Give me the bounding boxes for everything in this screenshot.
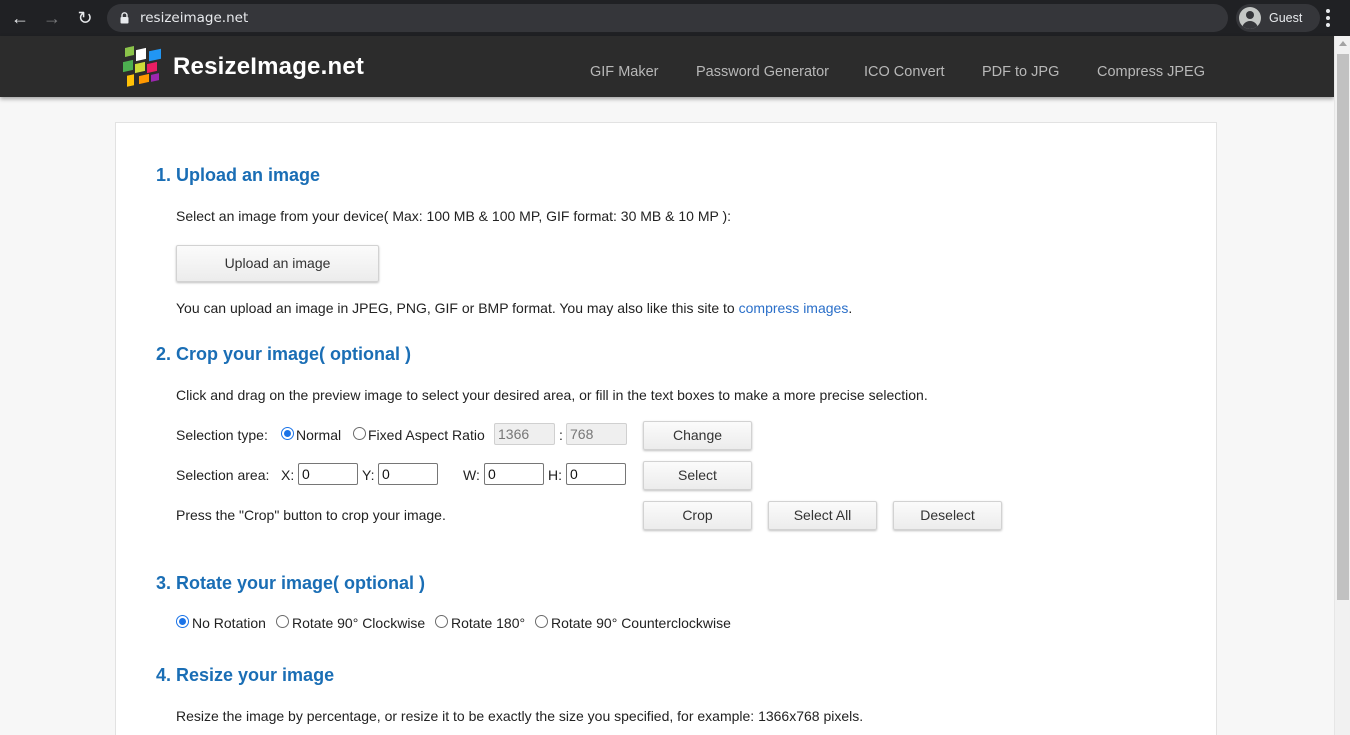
upload-formats-text: You can upload an image in JPEG, PNG, GI… bbox=[176, 300, 852, 316]
nav-link-ico-convert[interactable]: ICO Convert bbox=[864, 64, 945, 80]
rotate-90-cw-radio[interactable] bbox=[276, 615, 289, 628]
normal-radio[interactable] bbox=[281, 427, 294, 440]
avatar-icon bbox=[1239, 7, 1261, 29]
resize-heading: 4. Resize your image bbox=[156, 665, 335, 685]
select-all-button[interactable]: Select All bbox=[768, 501, 877, 530]
scrollbar-thumb[interactable] bbox=[1337, 54, 1349, 600]
rotate-90-cw-label[interactable]: Rotate 90° Clockwise bbox=[292, 615, 425, 631]
deselect-button[interactable]: Deselect bbox=[893, 501, 1002, 530]
select-button[interactable]: Select bbox=[643, 461, 752, 490]
scroll-up-icon[interactable] bbox=[1339, 41, 1347, 46]
x-label: X: bbox=[281, 467, 295, 483]
h-label: H: bbox=[548, 467, 562, 483]
lock-icon bbox=[120, 12, 129, 24]
nav-link-compress-jpeg[interactable]: Compress JPEG bbox=[1097, 64, 1205, 80]
more-menu-icon[interactable] bbox=[1318, 6, 1338, 30]
logo-icon[interactable] bbox=[123, 46, 163, 89]
logo-text[interactable]: ResizeImage.net bbox=[173, 53, 364, 81]
selection-area-label: Selection area: bbox=[176, 467, 270, 483]
x-field[interactable]: 0 bbox=[298, 463, 358, 485]
back-icon[interactable]: ← bbox=[8, 6, 32, 30]
reload-icon[interactable]: ↻ bbox=[73, 6, 97, 30]
rotate-heading: 3. Rotate your image( optional ) bbox=[156, 573, 426, 593]
ratio-width-field[interactable]: 1366 bbox=[494, 423, 555, 445]
upload-formats-label: You can upload an image in JPEG, PNG, GI… bbox=[176, 300, 739, 316]
ratio-height-field[interactable]: 768 bbox=[566, 423, 627, 445]
upload-heading: 1. Upload an image bbox=[156, 165, 321, 185]
y-field[interactable]: 0 bbox=[378, 463, 438, 485]
no-rotation-label[interactable]: No Rotation bbox=[192, 615, 266, 631]
upload-image-button[interactable]: Upload an image bbox=[176, 245, 379, 282]
forward-icon[interactable]: → bbox=[40, 6, 64, 30]
crop-press-text: Press the "Crop" button to crop your ima… bbox=[176, 507, 446, 523]
y-label: Y: bbox=[362, 467, 375, 483]
w-label: W: bbox=[463, 467, 480, 483]
url-text: resizeimage.net bbox=[140, 10, 249, 26]
rotate-180-radio[interactable] bbox=[435, 615, 448, 628]
fixed-ratio-radio-label[interactable]: Fixed Aspect Ratio bbox=[368, 427, 485, 443]
h-field[interactable]: 0 bbox=[566, 463, 626, 485]
resize-instructions: Resize the image by percentage, or resiz… bbox=[176, 708, 864, 724]
no-rotation-radio[interactable] bbox=[176, 615, 189, 628]
rotate-180-label[interactable]: Rotate 180° bbox=[451, 615, 525, 631]
w-field[interactable]: 0 bbox=[484, 463, 544, 485]
selection-type-label: Selection type: bbox=[176, 427, 268, 443]
normal-radio-label[interactable]: Normal bbox=[296, 427, 341, 443]
compress-images-link[interactable]: compress images bbox=[739, 300, 849, 316]
crop-button[interactable]: Crop bbox=[643, 501, 752, 530]
rotate-90-ccw-label[interactable]: Rotate 90° Counterclockwise bbox=[551, 615, 731, 631]
nav-link-pdf-to-jpg[interactable]: PDF to JPG bbox=[982, 64, 1059, 80]
nav-link-gif-maker[interactable]: GIF Maker bbox=[590, 64, 658, 80]
upload-formats-period: . bbox=[848, 300, 853, 316]
ratio-separator: : bbox=[559, 427, 563, 443]
browser-toolbar: ← → ↻ resizeimage.net Guest bbox=[0, 0, 1350, 36]
main-card: 1. Upload an image Select an image from … bbox=[115, 122, 1217, 735]
site-header: ResizeImage.net GIF Maker Password Gener… bbox=[0, 36, 1334, 97]
profile-button[interactable]: Guest bbox=[1236, 4, 1320, 32]
address-bar[interactable]: resizeimage.net bbox=[107, 4, 1228, 32]
rotate-90-ccw-radio[interactable] bbox=[535, 615, 548, 628]
change-button[interactable]: Change bbox=[643, 421, 752, 450]
page-scrollbar[interactable] bbox=[1334, 36, 1350, 735]
upload-instructions: Select an image from your device( Max: 1… bbox=[176, 208, 732, 224]
crop-heading: 2. Crop your image( optional ) bbox=[156, 344, 412, 364]
crop-instructions: Click and drag on the preview image to s… bbox=[176, 387, 928, 403]
fixed-ratio-radio[interactable] bbox=[353, 427, 366, 440]
profile-name: Guest bbox=[1269, 11, 1303, 25]
nav-link-password-generator[interactable]: Password Generator bbox=[696, 64, 829, 80]
